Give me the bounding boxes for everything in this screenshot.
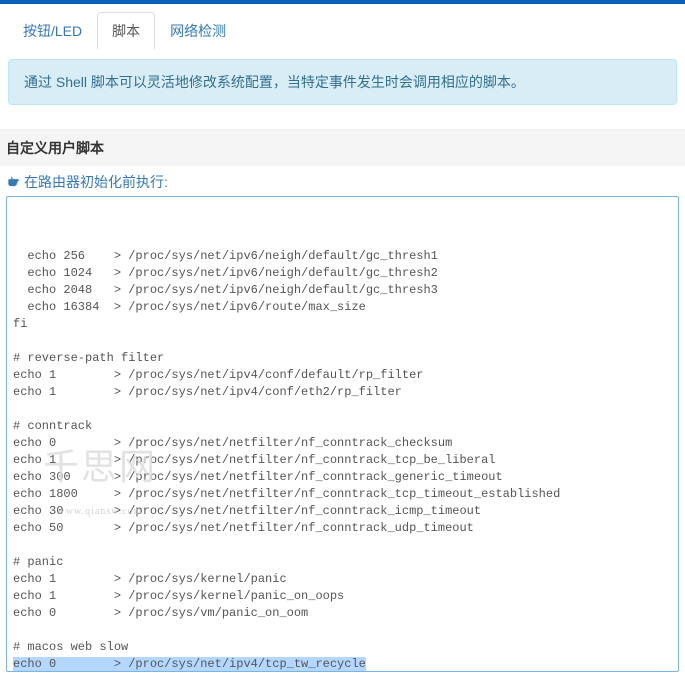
- tab-network-detect[interactable]: 网络检测: [155, 12, 241, 49]
- code-line: [13, 401, 672, 418]
- script-label-row: 在路由器初始化前执行:: [6, 172, 679, 196]
- code-line: echo 256 > /proc/sys/net/ipv6/neigh/defa…: [13, 248, 672, 265]
- code-line: echo 300 > /proc/sys/net/netfilter/nf_co…: [13, 469, 672, 486]
- script-panel: 在路由器初始化前执行: 千思网 www.qiansw.com echo 256 …: [0, 166, 685, 678]
- code-line: echo 0 > /proc/sys/net/ipv4/tcp_tw_recyc…: [13, 656, 672, 672]
- code-line: echo 30 > /proc/sys/net/netfilter/nf_con…: [13, 503, 672, 520]
- code-line: echo 0 > /proc/sys/net/netfilter/nf_conn…: [13, 435, 672, 452]
- code-line: echo 16384 > /proc/sys/net/ipv6/route/ma…: [13, 299, 672, 316]
- code-line: echo 1 > /proc/sys/net/ipv4/conf/eth2/rp…: [13, 384, 672, 401]
- code-line: echo 1 > /proc/sys/kernel/panic_on_oops: [13, 588, 672, 605]
- script-label: 在路由器初始化前执行:: [24, 172, 168, 192]
- code-line: echo 1800 > /proc/sys/net/netfilter/nf_c…: [13, 486, 672, 503]
- code-line: echo 50 > /proc/sys/net/netfilter/nf_con…: [13, 520, 672, 537]
- resize-grip[interactable]: [665, 658, 677, 670]
- tab-button-led[interactable]: 按钮/LED: [8, 12, 97, 49]
- code-line: # macos web slow: [13, 639, 672, 656]
- code-line: echo 2048 > /proc/sys/net/ipv6/neigh/def…: [13, 282, 672, 299]
- code-line: # conntrack: [13, 418, 672, 435]
- code-line: echo 1 > /proc/sys/kernel/panic: [13, 571, 672, 588]
- hand-point-right-icon: [6, 175, 20, 189]
- code-line: # panic: [13, 554, 672, 571]
- content: 通过 Shell 脚本可以灵活地修改系统配置，当特定事件发生时会调用相应的脚本。: [0, 49, 685, 129]
- code-line: [13, 537, 672, 554]
- tab-script[interactable]: 脚本: [97, 12, 155, 49]
- code-line: # reverse-path filter: [13, 350, 672, 367]
- section-title: 自定义用户脚本: [0, 129, 685, 166]
- code-line: echo 1 > /proc/sys/net/ipv4/conf/default…: [13, 367, 672, 384]
- code-line: echo 1 > /proc/sys/net/netfilter/nf_conn…: [13, 452, 672, 469]
- code-line: [13, 333, 672, 350]
- tabs: 按钮/LED 脚本 网络检测: [0, 4, 685, 49]
- info-alert: 通过 Shell 脚本可以灵活地修改系统配置，当特定事件发生时会调用相应的脚本。: [8, 59, 677, 105]
- code-line: echo 1024 > /proc/sys/net/ipv6/neigh/def…: [13, 265, 672, 282]
- code-line: echo 0 > /proc/sys/vm/panic_on_oom: [13, 605, 672, 622]
- code-line: [13, 622, 672, 639]
- script-textarea[interactable]: 千思网 www.qiansw.com echo 256 > /proc/sys/…: [6, 196, 679, 672]
- code-line: fi: [13, 316, 672, 333]
